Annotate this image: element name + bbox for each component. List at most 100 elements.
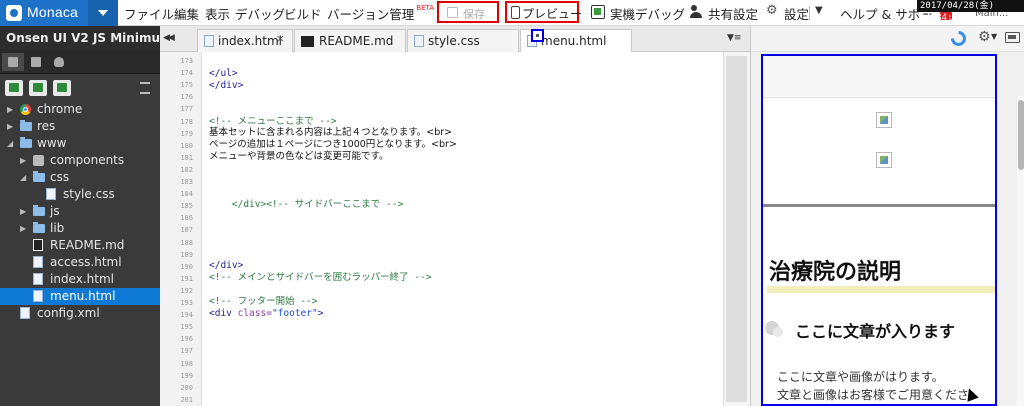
line-number: 178 — [180, 117, 193, 126]
settings-caret-icon[interactable]: ▼ — [815, 5, 823, 16]
file-icon — [46, 188, 56, 200]
code-line: </ul> — [209, 68, 238, 79]
tree-item-label: www — [37, 136, 67, 150]
folder-icon — [33, 205, 45, 216]
save-button[interactable]: 保存 — [437, 1, 499, 23]
line-number: 179 — [180, 129, 193, 138]
menu-version-control[interactable]: バージョン管理 BETA — [327, 4, 434, 23]
folder-icon — [33, 222, 45, 233]
tree-item-res[interactable]: ▶ res — [0, 118, 160, 135]
code-editor[interactable]: </ul> </div> <!-- メニューここまで --> 基本セットに含まれ… — [203, 52, 723, 406]
line-number: 182 — [180, 165, 193, 174]
tree-item-components[interactable]: ▶ components — [0, 152, 160, 169]
gear-icon[interactable]: ⚙ — [978, 29, 991, 45]
chevron-down-icon[interactable]: ▼ — [991, 32, 997, 41]
screen-size-icon[interactable] — [1005, 32, 1020, 43]
tree-item-label: components — [50, 153, 125, 167]
editor-scrollbar[interactable] — [723, 52, 750, 406]
tree-item-lib[interactable]: ▶ lib — [0, 220, 160, 237]
tree-item-css[interactable]: ◢ css — [0, 169, 160, 186]
line-number: 193 — [180, 299, 193, 307]
chevron-down-icon[interactable] — [88, 0, 118, 26]
preview-scrollbar[interactable] — [1017, 96, 1024, 406]
tab-cloud[interactable] — [48, 53, 70, 71]
tree-item-www[interactable]: ◢ www — [0, 135, 160, 152]
editor-tabbar: ◀◀ index.html × README.md style.css menu… — [160, 26, 750, 52]
html-file-icon — [204, 35, 214, 47]
tree-item-js[interactable]: ▶ js — [0, 203, 160, 220]
device-debug-icon — [591, 5, 605, 19]
preview-button[interactable]: プレビュー — [505, 1, 582, 23]
preview-paragraph: 文章と画像はお客様でご用意くださ — [777, 388, 970, 402]
chevron-right-icon[interactable]: ▶ — [20, 152, 26, 169]
tree-item-access-html[interactable]: access.html — [0, 254, 160, 271]
close-icon[interactable]: × — [276, 32, 285, 45]
line-number: 199 — [180, 371, 193, 380]
code-line: ページの追加は１ページにつき1000円となります。<br> — [209, 139, 457, 150]
tree-item-label: config.xml — [37, 306, 100, 320]
file-icon — [20, 307, 30, 319]
line-number: 175 — [180, 81, 193, 90]
line-number: 201 — [180, 395, 193, 404]
code-string: "footer" — [271, 308, 318, 319]
new-file-button[interactable] — [5, 80, 23, 96]
timestamp: 2017/04/28(金) 14:34:26 — [917, 0, 1024, 23]
chevron-right-icon[interactable]: ▶ — [7, 118, 13, 135]
tree-item-chrome[interactable]: ▶ chrome — [0, 101, 160, 118]
menu-divider — [809, 6, 810, 20]
tab-files[interactable] — [2, 53, 24, 71]
menu-version-control-label: バージョン管理 — [327, 7, 415, 22]
menu-edit[interactable]: 編集 — [174, 4, 199, 23]
settings-button[interactable]: 設定 — [784, 4, 809, 23]
title-highlight — [767, 286, 995, 293]
tree-item-index-html[interactable]: index.html — [0, 271, 160, 288]
new-folder-button[interactable] — [29, 80, 47, 96]
folder-icon — [33, 171, 45, 182]
chevron-right-icon[interactable]: ▶ — [20, 220, 26, 237]
bullet-icon — [765, 321, 783, 337]
tree-item-style-css[interactable]: style.css — [0, 186, 160, 203]
monaca-logo-icon — [6, 5, 22, 21]
chevron-down-icon[interactable]: ◢ — [7, 135, 13, 152]
tree-item-config-xml[interactable]: config.xml — [0, 305, 160, 322]
menu-build[interactable]: ビルド — [284, 4, 322, 23]
tree-item-menu-html[interactable]: menu.html — [0, 288, 160, 305]
collapse-sidebar-icon[interactable]: ◀◀ — [163, 33, 175, 43]
device-debug-button[interactable]: 実機デバッグ — [610, 4, 685, 23]
tab-readme-md[interactable]: README.md — [294, 29, 406, 52]
tab-label: menu.html — [541, 34, 607, 48]
line-number: 187 — [180, 226, 193, 235]
preview-panel: ⚙ ▼ 治療院の説明 ここに文章が入ります ここに文章や画像がはります。 文章と… — [750, 26, 1024, 406]
tree-item-label: style.css — [63, 187, 115, 201]
menubar: Monaca ファイル 編集 表示 デバッグ ビルド バージョン管理 BETA 保… — [0, 0, 1024, 26]
preview-toolbar: ⚙ ▼ — [751, 26, 1024, 52]
preview-device-frame: 治療院の説明 ここに文章が入ります ここに文章や画像がはります。 文章と画像はお… — [761, 54, 997, 406]
code-line: </div> — [209, 260, 244, 271]
save-label: 保存 — [463, 8, 485, 21]
line-number: 174 — [180, 69, 193, 78]
tab-list-icon[interactable]: ▼≡ — [727, 33, 741, 43]
chevron-right-icon[interactable]: ▶ — [7, 101, 13, 118]
phone-preview-icon — [511, 6, 520, 19]
code-tag: <div — [209, 308, 238, 319]
tree-item-label: index.html — [50, 272, 114, 286]
tree-item-readme-md[interactable]: README.md — [0, 237, 160, 254]
files-icon — [8, 57, 18, 67]
sidebar-menu-icon[interactable] — [140, 81, 154, 94]
chevron-down-icon[interactable]: ◢ — [20, 169, 26, 186]
refresh-icon[interactable] — [951, 31, 966, 46]
monaca-logo[interactable]: Monaca — [0, 0, 118, 26]
menu-view[interactable]: 表示 — [205, 4, 230, 23]
menu-file[interactable]: ファイル — [124, 4, 174, 23]
chevron-right-icon[interactable]: ▶ — [20, 203, 26, 220]
file-tree: ▶ chrome ▶ res ◢ www ▶ components ◢ css style.css ▶… — [0, 101, 160, 322]
line-number: 190 — [180, 262, 193, 271]
menu-debug[interactable]: デバッグ — [235, 4, 285, 23]
upload-button[interactable] — [53, 80, 71, 96]
share-settings-button[interactable]: 共有設定 — [708, 4, 758, 23]
folder-icon — [20, 137, 32, 148]
line-number: 191 — [180, 274, 193, 283]
tab-images[interactable] — [25, 53, 47, 71]
tab-index-html[interactable]: index.html × — [197, 29, 293, 52]
tab-style-css[interactable]: style.css — [407, 29, 519, 52]
